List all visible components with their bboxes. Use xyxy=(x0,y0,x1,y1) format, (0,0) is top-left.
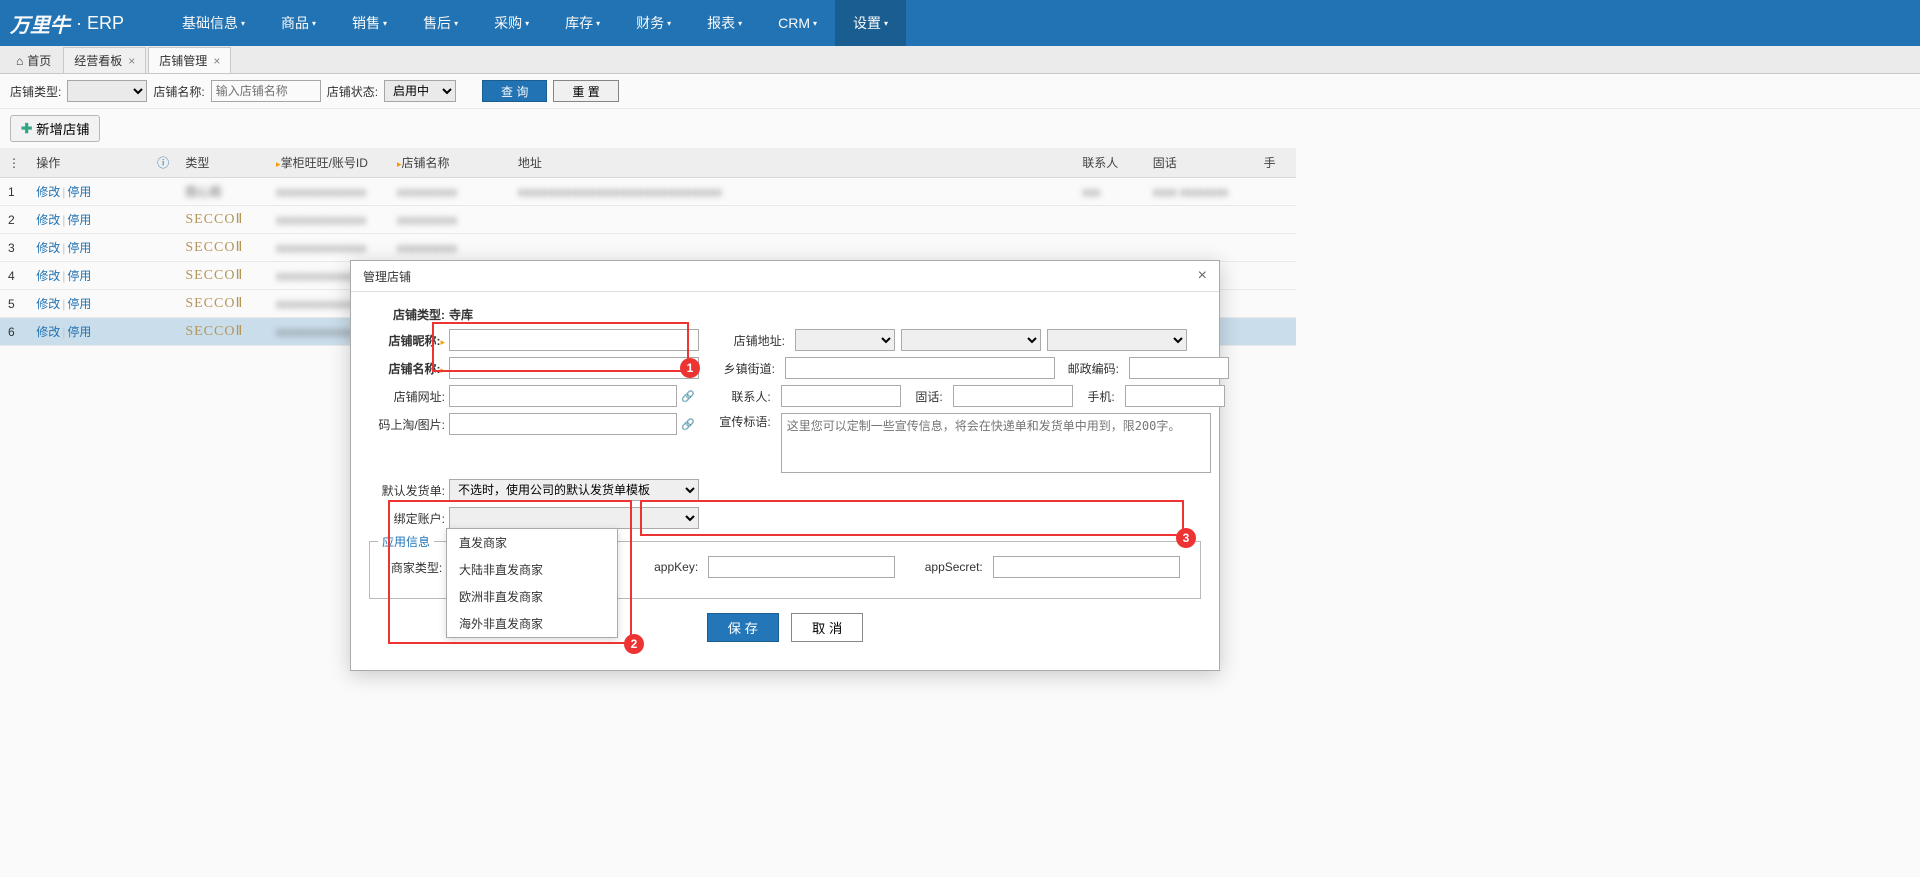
label-name: 店铺名称:▸ xyxy=(369,360,449,377)
dropdown-item-2[interactable]: 欧洲非直发商家 xyxy=(447,583,617,610)
label-mst: 码上淘/图片: xyxy=(369,416,449,433)
save-button[interactable]: 保 存 xyxy=(707,613,779,642)
annotation-badge-3: 3 xyxy=(1176,528,1196,548)
label-town: 乡镇街道: xyxy=(699,360,779,377)
dropdown-item-1[interactable]: 大陆非直发商家 xyxy=(447,556,617,583)
input-nick[interactable] xyxy=(449,329,699,351)
value-shop-type: 寺库 xyxy=(449,306,473,323)
input-mst[interactable] xyxy=(449,413,677,435)
label-url: 店铺网址: xyxy=(369,388,449,405)
select-district[interactable] xyxy=(1047,329,1187,351)
input-name[interactable] xyxy=(449,357,699,379)
input-town[interactable] xyxy=(785,357,1055,379)
label-addr: 店铺地址: xyxy=(709,332,789,349)
input-contact[interactable] xyxy=(781,385,901,407)
annotation-badge-2: 2 xyxy=(624,634,644,654)
label-zip: 邮政编码: xyxy=(1061,360,1123,377)
select-province[interactable] xyxy=(795,329,895,351)
close-icon[interactable]: × xyxy=(1198,267,1207,285)
label-appkey: appKey: xyxy=(654,560,698,574)
annotation-badge-1: 1 xyxy=(680,358,700,378)
label-nick: 店铺昵称:▸ xyxy=(369,332,449,349)
label-default-ship: 默认发货单: xyxy=(369,482,449,499)
fieldset-legend: 应用信息 xyxy=(378,533,434,550)
merchant-type-dropdown: 直发商家大陆非直发商家欧洲非直发商家海外非直发商家 xyxy=(446,528,618,638)
label-contact: 联系人: xyxy=(695,388,775,405)
modal-header: 管理店铺 × xyxy=(351,261,1219,292)
select-city[interactable] xyxy=(901,329,1041,351)
cancel-button[interactable]: 取 消 xyxy=(791,613,863,642)
link-icon[interactable]: 🔗 xyxy=(681,390,695,403)
label-shop-type: 店铺类型: xyxy=(369,306,449,323)
dropdown-item-3[interactable]: 海外非直发商家 xyxy=(447,610,617,637)
input-slogan[interactable] xyxy=(781,413,1211,473)
link-icon-2[interactable]: 🔗 xyxy=(681,418,695,431)
label-appsecret: appSecret: xyxy=(925,560,983,574)
input-tel[interactable] xyxy=(953,385,1073,407)
input-appsecret[interactable] xyxy=(993,556,1180,578)
select-bind-acc[interactable] xyxy=(449,507,699,529)
input-mobile[interactable] xyxy=(1125,385,1225,407)
input-appkey[interactable] xyxy=(708,556,895,578)
input-url[interactable] xyxy=(449,385,677,407)
input-zip[interactable] xyxy=(1129,357,1229,379)
label-slogan: 宣传标语: xyxy=(695,413,775,430)
select-default-ship[interactable]: 不选时，使用公司的默认发货单模板 xyxy=(449,479,699,501)
label-tel: 固话: xyxy=(907,388,947,405)
label-bind-acc: 绑定账户: xyxy=(369,510,449,527)
dropdown-item-0[interactable]: 直发商家 xyxy=(447,529,617,556)
modal-title: 管理店铺 xyxy=(363,268,411,285)
label-merchant-type: 商家类型: xyxy=(390,559,446,576)
label-mobile: 手机: xyxy=(1079,388,1119,405)
